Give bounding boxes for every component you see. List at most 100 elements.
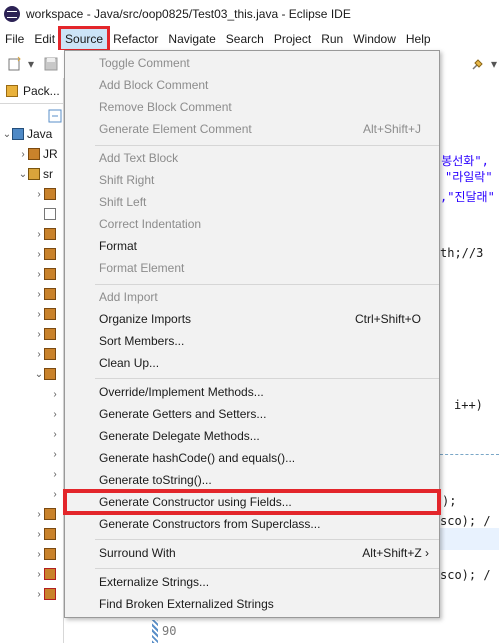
chevron-right-icon[interactable]: ›: [34, 349, 44, 360]
tree-node-file[interactable]: ›: [50, 424, 60, 444]
menu-item-correct-indentation[interactable]: Correct Indentation: [65, 213, 439, 235]
menu-item-shift-left[interactable]: Shift Left: [65, 191, 439, 213]
menu-item-clean-up[interactable]: Clean Up...: [65, 352, 439, 374]
menu-run[interactable]: Run: [316, 28, 348, 50]
tree-node-package[interactable]: ›: [34, 184, 59, 204]
menu-file[interactable]: File: [0, 28, 29, 50]
menu-item-generate-hashcode-equals[interactable]: Generate hashCode() and equals()...: [65, 447, 439, 469]
menu-item-label: Clean Up...: [99, 356, 160, 370]
pin-icon[interactable]: [467, 53, 489, 75]
package-explorer-tab[interactable]: Pack...: [0, 78, 64, 104]
menu-item-shift-right[interactable]: Shift Right: [65, 169, 439, 191]
chevron-right-icon[interactable]: ›: [50, 469, 60, 480]
chevron-right-icon[interactable]: ›: [18, 149, 28, 160]
eclipse-logo-icon: [4, 6, 20, 22]
menu-project[interactable]: Project: [269, 28, 316, 50]
tree-node-file[interactable]: ›: [50, 464, 60, 484]
menu-source[interactable]: Source: [58, 26, 111, 52]
menu-item-add-import[interactable]: Add Import: [65, 286, 439, 308]
chevron-right-icon[interactable]: ›: [50, 489, 60, 500]
title-bar: workspace - Java/src/oop0825/Test03_this…: [0, 0, 499, 28]
chevron-right-icon[interactable]: ›: [34, 529, 44, 540]
chevron-right-icon[interactable]: ›: [34, 309, 44, 320]
chevron-right-icon[interactable]: ›: [50, 389, 60, 400]
tree-node-package[interactable]: ›: [34, 224, 59, 244]
menu-item-organize-imports[interactable]: Organize Imports Ctrl+Shift+O: [65, 308, 439, 330]
tree-node-package[interactable]: ›: [34, 524, 59, 544]
chevron-down-icon[interactable]: ⌄: [34, 369, 44, 380]
menu-item-toggle-comment[interactable]: Toggle Comment: [65, 52, 439, 74]
chevron-down-icon[interactable]: ⌄: [2, 129, 12, 140]
tree-node-package[interactable]: ›: [34, 504, 59, 524]
tree-node-java-project[interactable]: ⌄ Java: [2, 124, 53, 144]
menu-edit[interactable]: Edit: [29, 28, 60, 50]
tree-node-package[interactable]: ›: [34, 284, 59, 304]
chevron-right-icon[interactable]: ›: [34, 249, 44, 260]
code-line: ,"진달래": [440, 190, 495, 204]
chevron-right-icon[interactable]: ›: [34, 589, 44, 600]
tree-node-package[interactable]: ›: [34, 304, 59, 324]
tree-node-file[interactable]: ›: [50, 404, 60, 424]
menu-item-externalize-strings[interactable]: Externalize Strings...: [65, 571, 439, 593]
chevron-down-icon[interactable]: ⌄: [18, 169, 28, 180]
menu-item-find-broken-externalized-strings[interactable]: Find Broken Externalized Strings: [65, 593, 439, 615]
chevron-right-icon[interactable]: ›: [34, 509, 44, 520]
menu-item-sort-members[interactable]: Sort Members...: [65, 330, 439, 352]
tree-node-package[interactable]: ›: [34, 564, 59, 584]
chevron-right-icon[interactable]: ›: [50, 429, 60, 440]
menu-item-format[interactable]: Format: [65, 235, 439, 257]
collapse-all-icon[interactable]: [48, 106, 62, 126]
menu-item-generate-constructors-from-superclass[interactable]: Generate Constructors from Superclass...: [65, 513, 439, 535]
menu-item-label: Generate toString()...: [99, 473, 212, 487]
menu-item-remove-block-comment[interactable]: Remove Block Comment: [65, 96, 439, 118]
dropdown-arrow-icon[interactable]: ▾: [26, 53, 36, 75]
new-wizard-icon[interactable]: [4, 53, 26, 75]
menu-item-label: Override/Implement Methods...: [99, 385, 264, 399]
menu-refactor[interactable]: Refactor: [108, 28, 163, 50]
tree-node-package[interactable]: [44, 204, 59, 224]
tree-node-jre[interactable]: › JR: [18, 144, 57, 164]
menu-item-add-text-block[interactable]: Add Text Block: [65, 147, 439, 169]
package-icon: [44, 188, 56, 200]
package-warning-icon: [44, 528, 56, 540]
chevron-right-icon[interactable]: ›: [34, 329, 44, 340]
menu-window[interactable]: Window: [348, 28, 401, 50]
chevron-right-icon[interactable]: ›: [50, 449, 60, 460]
tree-node-file[interactable]: ›: [50, 444, 60, 464]
chevron-right-icon[interactable]: ›: [34, 549, 44, 560]
menu-item-label: Add Text Block: [99, 151, 179, 165]
menu-help[interactable]: Help: [401, 28, 436, 50]
chevron-right-icon[interactable]: ›: [34, 229, 44, 240]
menu-item-generate-constructor-using-fields[interactable]: Generate Constructor using Fields...: [63, 489, 441, 515]
tree-node-package[interactable]: ›: [34, 324, 59, 344]
menu-item-generate-delegate-methods[interactable]: Generate Delegate Methods...: [65, 425, 439, 447]
menu-item-surround-with[interactable]: Surround With Alt+Shift+Z ›: [65, 542, 439, 564]
menu-item-generate-tostring[interactable]: Generate toString()...: [65, 469, 439, 491]
chevron-right-icon[interactable]: ›: [34, 189, 44, 200]
package-icon: [44, 308, 56, 320]
tree-node-src[interactable]: ⌄ sr: [18, 164, 53, 184]
menu-item-format-element[interactable]: Format Element: [65, 257, 439, 279]
menu-item-override-implement-methods[interactable]: Override/Implement Methods...: [65, 381, 439, 403]
menu-item-generate-element-comment[interactable]: Generate Element Comment Alt+Shift+J: [65, 118, 439, 140]
menu-navigate[interactable]: Navigate: [163, 28, 220, 50]
chevron-right-icon[interactable]: ›: [34, 569, 44, 580]
package-icon: [6, 84, 18, 97]
chevron-right-icon[interactable]: ›: [34, 269, 44, 280]
tree-node-package[interactable]: ›: [34, 544, 59, 564]
tree-node-file[interactable]: ›: [50, 484, 60, 504]
tree-node-package[interactable]: ›: [34, 244, 59, 264]
tree-node-package[interactable]: ›: [34, 264, 59, 284]
chevron-right-icon[interactable]: ›: [34, 289, 44, 300]
tree-node-file[interactable]: ›: [50, 384, 60, 404]
tree-node-package[interactable]: ›: [34, 344, 59, 364]
tree-node-package[interactable]: ›: [34, 584, 59, 604]
tree-node-package[interactable]: ⌄: [34, 364, 59, 384]
chevron-right-icon[interactable]: ›: [50, 409, 60, 420]
dropdown-arrow-icon[interactable]: ▾: [489, 53, 499, 75]
save-icon[interactable]: [40, 53, 62, 75]
menu-item-label: Generate Constructor using Fields...: [99, 495, 292, 509]
menu-item-generate-getters-setters[interactable]: Generate Getters and Setters...: [65, 403, 439, 425]
menu-item-add-block-comment[interactable]: Add Block Comment: [65, 74, 439, 96]
menu-search[interactable]: Search: [221, 28, 269, 50]
